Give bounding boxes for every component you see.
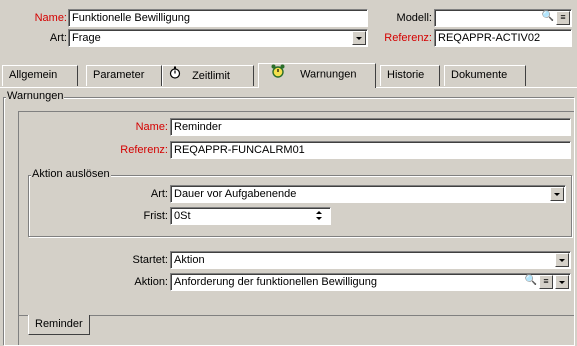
warnungen-group-title: Warnungen: [6, 90, 65, 103]
frist-field[interactable]: 0St: [170, 207, 331, 225]
warnung-referenz-label: Referenz:: [120, 144, 168, 156]
tab-reminder-label: Reminder: [35, 318, 83, 330]
tab-bar: Allgemein Parameter Zeitlimit Warnungen …: [0, 63, 577, 89]
art-value: Frage: [72, 32, 101, 44]
name-label: Name:: [34, 12, 67, 24]
tab-zeitlimit-label: Zeitlimit: [192, 70, 230, 82]
aktion-art-value: Dauer vor Aufgabenende: [174, 188, 297, 200]
warnung-name-field[interactable]: Reminder: [170, 118, 571, 136]
aktion-art-label: Art:: [150, 188, 168, 200]
tab-historie-label: Historie: [387, 69, 425, 81]
tab-dokumente-label: Dokumente: [451, 69, 508, 81]
list-icon[interactable]: ≡: [556, 11, 570, 25]
frist-value: 0St: [174, 210, 191, 222]
startet-select[interactable]: Aktion: [170, 251, 571, 269]
stopwatch-icon: [169, 66, 183, 86]
tab-allgemein-label: Allgemein: [9, 69, 58, 81]
search-icon[interactable]: 🔍: [524, 275, 538, 289]
chevron-down-icon[interactable]: [550, 187, 564, 201]
bottom-tab-line: [18, 315, 574, 316]
tab-warnungen[interactable]: Warnungen: [258, 63, 376, 88]
modell-label: Modell:: [396, 12, 432, 24]
chevron-down-icon[interactable]: [352, 31, 366, 45]
list-icon[interactable]: ≡: [539, 275, 553, 289]
aktion-value: Anforderung der funktionellen Bewilligun…: [174, 276, 378, 288]
tab-historie[interactable]: Historie: [380, 65, 440, 86]
tab-parameter[interactable]: Parameter: [86, 65, 162, 86]
tab-parameter-label: Parameter: [93, 69, 145, 81]
modell-field[interactable]: 🔍 ≡: [434, 9, 572, 27]
aktion-ausloesen-title: Aktion auslösen: [31, 168, 111, 181]
art-label: Art:: [49, 32, 67, 44]
art-select[interactable]: Frage: [68, 29, 368, 47]
chevron-down-icon[interactable]: [555, 275, 569, 289]
chevron-down-icon[interactable]: [555, 253, 569, 267]
alarm-clock-icon: [271, 64, 287, 85]
aktion-art-select[interactable]: Dauer vor Aufgabenende: [170, 185, 566, 203]
tab-allgemein[interactable]: Allgemein: [2, 65, 78, 86]
name-field[interactable]: Funktionelle Bewilligung: [68, 9, 368, 27]
frist-label: Frist:: [143, 210, 168, 222]
tab-warnungen-label: Warnungen: [300, 68, 357, 81]
referenz-label: Referenz:: [384, 32, 432, 44]
search-icon[interactable]: 🔍: [541, 11, 555, 25]
tab-dokumente[interactable]: Dokumente: [444, 65, 526, 86]
warnung-name-label: Name:: [135, 121, 168, 133]
referenz-field[interactable]: REQAPPR-ACTIV02: [434, 29, 572, 47]
aktion-field[interactable]: Anforderung der funktionellen Bewilligun…: [170, 273, 571, 291]
aktion-label: Aktion:: [134, 276, 168, 288]
warnung-referenz-field[interactable]: REQAPPR-FUNCALRM01: [170, 141, 571, 159]
startet-label: Startet:: [132, 254, 168, 266]
tab-reminder[interactable]: Reminder: [28, 315, 90, 335]
tab-zeitlimit[interactable]: Zeitlimit: [162, 65, 254, 86]
startet-value: Aktion: [174, 254, 205, 266]
spinner-icon[interactable]: [314, 208, 324, 224]
